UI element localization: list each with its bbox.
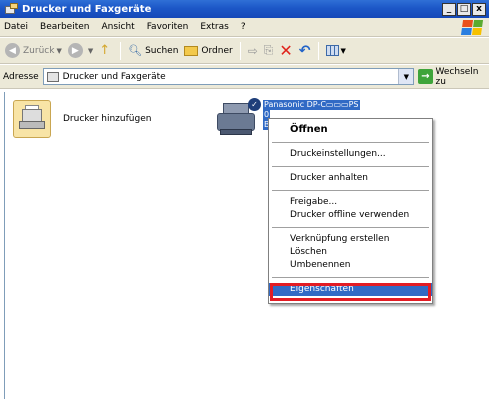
folders-label: Ordner bbox=[201, 45, 233, 56]
toolbar-divider bbox=[317, 41, 319, 60]
copy-to-icon: ⎘ bbox=[263, 43, 274, 57]
folders-icon bbox=[184, 45, 199, 56]
menu-separator bbox=[272, 227, 429, 228]
go-arrow-icon: → bbox=[418, 69, 433, 84]
add-printer-label: Drucker hinzufügen bbox=[63, 114, 152, 124]
add-printer-icon bbox=[13, 100, 51, 138]
menu-help[interactable]: ? bbox=[241, 22, 246, 32]
menu-bar: Datei Bearbeiten Ansicht Favoriten Extra… bbox=[0, 18, 489, 37]
add-printer-item[interactable]: Drucker hinzufügen bbox=[13, 100, 151, 138]
toolbar-divider bbox=[120, 41, 122, 60]
menu-extras[interactable]: Extras bbox=[200, 22, 228, 32]
toolbar: ◀ Zurück ▼ ▶ ▼ ↑ 🔍︎ Suchen Ordner ⇨ ⎘ ✕ … bbox=[0, 38, 489, 64]
menu-separator bbox=[272, 142, 429, 143]
maximize-button[interactable]: □ bbox=[457, 2, 471, 16]
forward-arrow-icon: ▶ bbox=[67, 43, 83, 58]
address-dropdown-icon[interactable]: ▼ bbox=[398, 69, 414, 84]
folder-up-icon: ↑ bbox=[99, 43, 111, 58]
views-button[interactable]: ▼ bbox=[323, 41, 349, 61]
address-bar: Adresse Drucker und Faxgeräte ▼ → Wechse… bbox=[0, 65, 489, 89]
forward-dropdown-icon[interactable]: ▼ bbox=[88, 47, 93, 55]
search-icon: 🔍︎ bbox=[128, 44, 143, 57]
printer-icon: ✓ bbox=[215, 98, 261, 140]
menu-separator bbox=[272, 277, 429, 278]
ctx-sharing[interactable]: Freigabe... bbox=[269, 196, 432, 209]
address-input[interactable]: Drucker und Faxgeräte ▼ bbox=[42, 68, 415, 85]
search-button[interactable]: 🔍︎ Suchen bbox=[125, 41, 181, 61]
go-button[interactable]: → Wechseln zu bbox=[418, 67, 489, 87]
close-button[interactable]: x bbox=[472, 2, 486, 16]
views-dropdown-icon[interactable]: ▼ bbox=[341, 47, 346, 55]
minimize-button[interactable]: _ bbox=[442, 2, 456, 16]
address-printer-icon bbox=[46, 71, 59, 82]
copy-to-button[interactable]: ⎘ bbox=[261, 41, 277, 61]
printers-folder-icon bbox=[5, 3, 19, 15]
move-to-icon: ⇨ bbox=[247, 43, 258, 58]
ctx-rename[interactable]: Umbenennen bbox=[269, 259, 432, 272]
window-title: Drucker und Faxgeräte bbox=[22, 3, 152, 15]
toolbar-divider bbox=[239, 41, 241, 60]
ctx-open[interactable]: Öffnen bbox=[269, 122, 432, 137]
back-button[interactable]: ◀ Zurück ▼ bbox=[2, 41, 65, 61]
folders-button[interactable]: Ordner bbox=[181, 41, 235, 61]
menu-ansicht[interactable]: Ansicht bbox=[101, 22, 134, 32]
windows-logo-icon bbox=[460, 20, 484, 35]
default-printer-check-icon: ✓ bbox=[248, 98, 261, 111]
delete-button[interactable]: ✕ bbox=[276, 41, 295, 61]
address-value: Drucker und Faxgeräte bbox=[62, 71, 166, 82]
menu-favoriten[interactable]: Favoriten bbox=[147, 22, 189, 32]
ctx-delete[interactable]: Löschen bbox=[269, 246, 432, 259]
go-label: Wechseln zu bbox=[435, 66, 479, 87]
ctx-printing-preferences[interactable]: Druckeinstellungen... bbox=[269, 148, 432, 161]
menu-datei[interactable]: Datei bbox=[4, 22, 28, 32]
context-menu: Öffnen Druckeinstellungen... Drucker anh… bbox=[268, 118, 433, 304]
printer-name: Panasonic DP-C▭▭▭PS bbox=[263, 100, 360, 110]
delete-icon: ✕ bbox=[279, 41, 293, 60]
properties-highlight-frame bbox=[270, 283, 431, 301]
undo-button[interactable]: ↶ bbox=[296, 41, 314, 61]
ctx-pause-printer[interactable]: Drucker anhalten bbox=[269, 172, 432, 185]
up-button[interactable]: ↑ bbox=[96, 41, 116, 61]
address-label: Adresse bbox=[3, 71, 39, 82]
search-label: Suchen bbox=[145, 45, 179, 56]
forward-button[interactable]: ▶ ▼ bbox=[65, 41, 96, 61]
menu-bearbeiten[interactable]: Bearbeiten bbox=[40, 22, 89, 32]
undo-icon: ↶ bbox=[298, 42, 311, 59]
back-dropdown-icon[interactable]: ▼ bbox=[56, 47, 61, 55]
ctx-create-shortcut[interactable]: Verknüpfung erstellen bbox=[269, 233, 432, 246]
back-label: Zurück bbox=[23, 45, 55, 56]
move-to-button[interactable]: ⇨ bbox=[245, 41, 261, 61]
menu-separator bbox=[272, 190, 429, 191]
title-bar[interactable]: Drucker und Faxgeräte _ □ x bbox=[0, 0, 489, 18]
views-icon bbox=[325, 45, 339, 56]
back-arrow-icon: ◀ bbox=[5, 43, 20, 58]
ctx-use-offline[interactable]: Drucker offline verwenden bbox=[269, 209, 432, 222]
menu-separator bbox=[272, 166, 429, 167]
